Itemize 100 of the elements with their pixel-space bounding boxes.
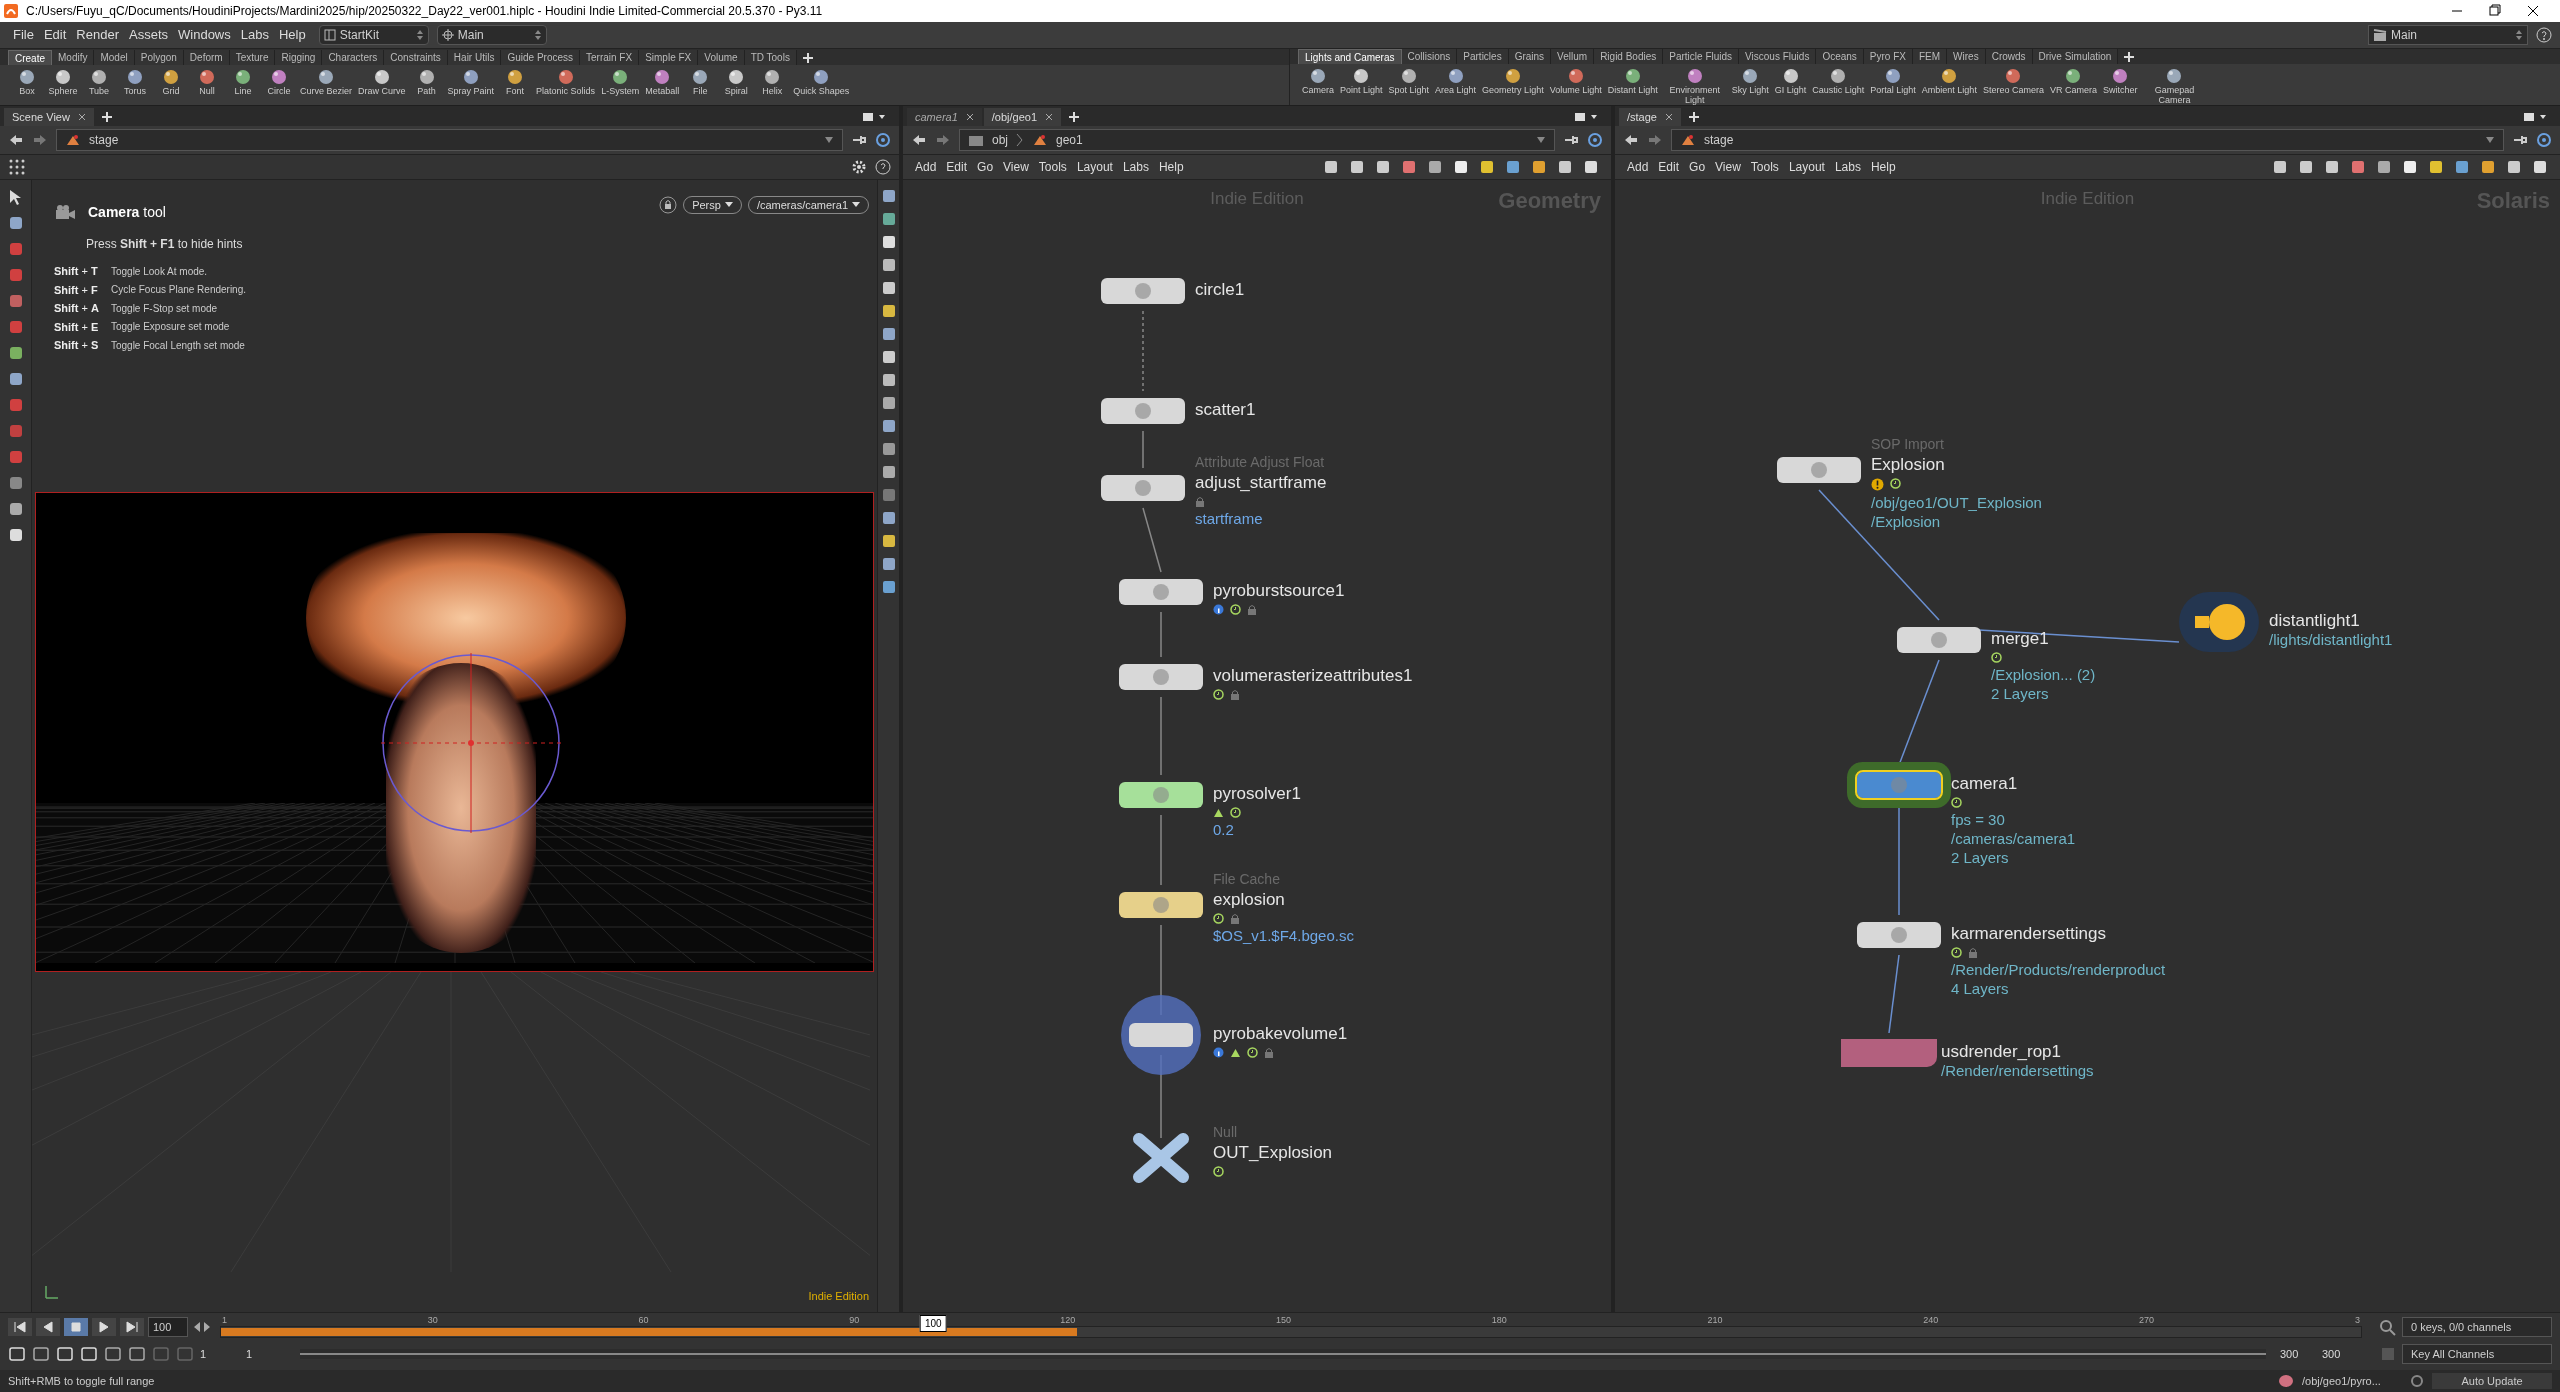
shelf-tool[interactable]: File bbox=[685, 68, 716, 96]
toolbar-icon[interactable] bbox=[1349, 159, 1365, 175]
shelf-tab[interactable]: Particle Fluids bbox=[1663, 49, 1740, 64]
display-option-icon[interactable] bbox=[880, 303, 897, 319]
menu-item[interactable]: Labs bbox=[1122, 158, 1149, 176]
node-name[interactable]: usdrender_rop1 bbox=[1941, 1041, 2094, 1063]
menu-item[interactable]: View bbox=[1715, 158, 1741, 176]
menu-item[interactable]: Tools bbox=[1038, 158, 1067, 176]
shelf-tab[interactable]: Vellum bbox=[1551, 49, 1595, 64]
node-name[interactable]: distantlight1 bbox=[2269, 610, 2393, 632]
back-arrow-icon[interactable] bbox=[1623, 133, 1639, 147]
network-node[interactable] bbox=[1119, 579, 1203, 605]
display-option-icon[interactable] bbox=[880, 464, 897, 480]
lock-icon[interactable] bbox=[659, 196, 678, 214]
display-option-icon[interactable] bbox=[880, 579, 897, 595]
shelf-tool[interactable]: Circle bbox=[264, 68, 294, 96]
network-node[interactable] bbox=[1119, 664, 1203, 690]
pin-icon[interactable] bbox=[2512, 133, 2528, 147]
display-option-icon[interactable] bbox=[880, 188, 897, 204]
forward-arrow-icon[interactable] bbox=[935, 133, 951, 147]
network-node[interactable] bbox=[1897, 627, 1981, 653]
add-tab-icon[interactable] bbox=[1067, 110, 1082, 124]
desktop-dropdown[interactable]: StartKit bbox=[318, 25, 429, 45]
network-node[interactable] bbox=[1101, 475, 1185, 501]
shelf-tab[interactable]: Rigid Bodies bbox=[1594, 49, 1664, 64]
shelf-tab[interactable]: Rigging bbox=[275, 50, 323, 65]
display-option-icon[interactable] bbox=[880, 234, 897, 250]
menu-item[interactable]: Tools bbox=[1750, 158, 1779, 176]
key-all-channels-button[interactable]: Key All Channels bbox=[2402, 1344, 2552, 1364]
shelf-tool[interactable]: Null bbox=[192, 68, 222, 96]
settings-icon[interactable] bbox=[851, 159, 867, 175]
shelf-tool[interactable]: Area Light bbox=[1435, 67, 1477, 95]
display-option-icon[interactable] bbox=[880, 349, 897, 365]
shelf-tab[interactable]: Simple FX bbox=[639, 50, 699, 65]
playback-option-icon[interactable] bbox=[104, 1346, 122, 1362]
shelf-tool[interactable]: Ambient Light bbox=[1921, 67, 1977, 95]
shelf-tab[interactable]: Create bbox=[8, 50, 52, 65]
pane-tab[interactable]: camera1 bbox=[907, 108, 982, 126]
shelf-tool[interactable]: Curve Bezier bbox=[300, 68, 353, 96]
display-option-icon[interactable] bbox=[880, 395, 897, 411]
shelf-tool[interactable]: Gamepad Camera bbox=[2143, 67, 2206, 105]
toolbar-icon[interactable] bbox=[2376, 159, 2392, 175]
step-icon[interactable] bbox=[192, 1320, 212, 1334]
shelf-tool[interactable]: Point Light bbox=[1340, 67, 1383, 95]
toolbar-icon[interactable] bbox=[1505, 159, 1521, 175]
menu-item[interactable]: Help bbox=[1870, 158, 1896, 176]
network-node[interactable] bbox=[1131, 1133, 1191, 1183]
shelf-tool[interactable]: Draw Curve bbox=[358, 68, 406, 96]
add-tab-icon[interactable] bbox=[99, 110, 114, 124]
menu-item[interactable]: Help bbox=[273, 25, 311, 45]
range-start-field[interactable]: 1 bbox=[200, 1345, 240, 1363]
toolbar-icon[interactable] bbox=[2532, 159, 2548, 175]
shelf-tab[interactable]: Hair Utils bbox=[447, 50, 502, 65]
update-mode-dropdown[interactable]: Auto Update bbox=[2432, 1373, 2552, 1389]
play-icon[interactable] bbox=[92, 1318, 116, 1336]
path-field[interactable]: stage bbox=[1671, 129, 2504, 151]
close-icon[interactable] bbox=[965, 113, 974, 121]
toolbar-icon[interactable] bbox=[1323, 159, 1339, 175]
network-node[interactable] bbox=[1101, 398, 1185, 424]
shelf-tool[interactable]: Grid bbox=[156, 68, 186, 96]
menu-item[interactable]: Add bbox=[1627, 158, 1649, 176]
node-name[interactable]: karmarendersettings bbox=[1951, 923, 2166, 945]
node-name[interactable]: explosion bbox=[1213, 888, 1354, 910]
target-icon[interactable] bbox=[875, 132, 891, 148]
shelf-tool[interactable]: Line bbox=[228, 68, 258, 96]
shelf-tool[interactable]: Stereo Camera bbox=[1982, 67, 2044, 95]
toolbar-icon[interactable] bbox=[1479, 159, 1495, 175]
add-tab-icon[interactable] bbox=[800, 51, 815, 65]
pin-icon[interactable] bbox=[851, 133, 867, 147]
display-option-icon[interactable] bbox=[880, 533, 897, 549]
shelf-tab[interactable]: Oceans bbox=[1816, 49, 1864, 64]
shelf-tool[interactable]: Path bbox=[411, 68, 442, 96]
network-node[interactable] bbox=[1101, 278, 1185, 304]
shelf-tool[interactable]: Geometry Light bbox=[1482, 67, 1544, 95]
network-node[interactable] bbox=[1119, 782, 1203, 808]
shelf-tab[interactable]: Texture bbox=[229, 50, 276, 65]
shelf-tab[interactable]: Terrain FX bbox=[580, 50, 640, 65]
node-name[interactable]: pyroburstsource1 bbox=[1213, 580, 1345, 602]
forward-arrow-icon[interactable] bbox=[32, 133, 48, 147]
shelf-tool[interactable]: VR Camera bbox=[2049, 67, 2097, 95]
toolbar-icon[interactable] bbox=[2272, 159, 2288, 175]
toolbar-icon[interactable] bbox=[1453, 159, 1469, 175]
toolbar-icon[interactable] bbox=[2428, 159, 2444, 175]
shelf-tab[interactable]: Polygon bbox=[134, 50, 184, 65]
display-option-icon[interactable] bbox=[880, 510, 897, 526]
magnifier-icon[interactable] bbox=[2378, 1318, 2398, 1336]
menu-item[interactable]: Labs bbox=[235, 25, 274, 45]
shelf-tool[interactable]: Distant Light bbox=[1607, 67, 1658, 95]
playback-option-icon[interactable] bbox=[128, 1346, 146, 1362]
status-path[interactable]: /obj/geo1/pyro... bbox=[2302, 1372, 2402, 1390]
desktop-dropdown[interactable]: Main bbox=[436, 25, 547, 45]
menu-item[interactable]: Edit bbox=[946, 158, 968, 176]
node-name[interactable]: camera1 bbox=[1951, 773, 2076, 795]
back-arrow-icon[interactable] bbox=[911, 133, 927, 147]
shelf-tool[interactable]: Helix bbox=[757, 68, 788, 96]
shelf-tool[interactable]: Portal Light bbox=[1870, 67, 1916, 95]
menu-item[interactable]: File bbox=[8, 25, 39, 45]
playhead-marker[interactable]: 100 bbox=[919, 1315, 947, 1332]
node-name[interactable]: circle1 bbox=[1195, 279, 1245, 301]
add-tab-icon[interactable] bbox=[1686, 110, 1701, 124]
